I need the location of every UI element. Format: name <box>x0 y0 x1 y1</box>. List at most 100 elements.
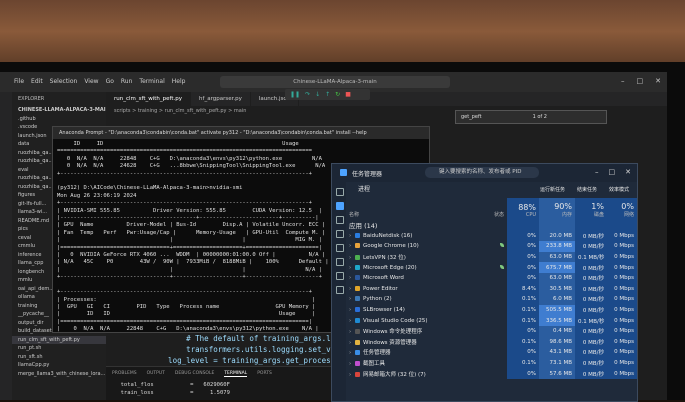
editor-tab[interactable]: run_clm_sft_with_peft.py <box>106 92 192 106</box>
cpu-cell: 0.1% <box>507 304 539 316</box>
disk-cell: 0.1 MB/秒 <box>575 315 607 326</box>
apps-group-label: 应用 (14) <box>349 222 378 231</box>
network-cell: 0 Mbps <box>607 304 637 316</box>
app-icon <box>355 350 360 356</box>
process-search-input[interactable]: 键入要搜索的名称、发布者或 PID <box>425 167 539 178</box>
step-out-icon[interactable]: ↑ <box>325 91 330 98</box>
step-into-icon[interactable]: ↓ <box>315 91 320 98</box>
explorer-root[interactable]: CHINESE-LLAMA-ALPACA-3-MAIN <box>12 106 106 115</box>
process-row[interactable]: › Visual Studio Code (25) 0.1% 336.5 MB 0.1 … <box>346 315 637 326</box>
process-name-cell: › 任务管理器 <box>346 347 465 358</box>
console-line: ========================================… <box>57 148 312 155</box>
nav-services-icon[interactable] <box>336 286 344 294</box>
memory-cell: 73.1 MB <box>539 357 575 369</box>
app-icon <box>355 371 360 377</box>
menu-item-view[interactable]: View <box>84 78 98 85</box>
close-icon[interactable]: ✕ <box>625 168 631 176</box>
memory-cell: 233.8 MB <box>539 241 575 252</box>
process-row[interactable]: › BaiduNetdisk (16) 0% 20.0 MB 0 MB/秒 0 Mbps <box>346 230 637 242</box>
menu-item-selection[interactable]: Selection <box>50 78 78 85</box>
process-row[interactable]: › 截图工具 0.1% 73.1 MB 0 MB/秒 0 Mbps <box>346 357 637 369</box>
column-status[interactable]: 状态 <box>465 198 507 220</box>
column-disk[interactable]: 1% 磁盘 <box>575 198 607 220</box>
close-icon[interactable]: ✕ <box>655 77 661 85</box>
memory-cell: 6.0 MB <box>539 294 575 305</box>
process-status-cell <box>465 315 507 326</box>
menu-item-edit[interactable]: Edit <box>31 78 43 85</box>
find-count: 1 of 2 <box>532 114 547 120</box>
process-row[interactable]: › 任务管理器 0% 43.1 MB 0 MB/秒 0 Mbps <box>346 347 637 358</box>
menu-item-terminal[interactable]: Terminal <box>139 78 164 85</box>
restart-icon[interactable]: ↻ <box>335 91 340 98</box>
column-network[interactable]: 0% 网络 <box>607 198 637 220</box>
find-input[interactable]: get_peft <box>456 111 531 123</box>
nav-details-icon[interactable] <box>336 272 344 280</box>
process-name-cell: › Windows 命令处理程序 <box>346 326 465 337</box>
cpu-cell: 0.1% <box>507 315 539 326</box>
process-row[interactable]: › 网易邮箱大师 (32 位) (7) 0% 57.6 MB 0 MB/秒 0 Mbps <box>346 368 637 379</box>
app-icon <box>355 264 360 270</box>
explorer-item[interactable]: run_clm_sft_with_peft.py <box>12 335 106 344</box>
vscode-command-center[interactable]: Chinese-LLaMA-Alpaca-3-main <box>220 76 450 88</box>
explorer-item[interactable]: run_pt.sh <box>12 344 106 353</box>
process-name-cell: › Microsoft Edge (20) <box>346 262 465 273</box>
process-row[interactable]: › Python (2) 0.1% 6.0 MB 0 MB/秒 0 Mbps <box>346 294 637 305</box>
menu-item-help[interactable]: Help <box>172 78 186 85</box>
column-memory[interactable]: 90% 内存 <box>539 198 575 220</box>
process-row[interactable]: › SLBrowser (14) 0.1% 505.5 MB 0 MB/秒 0 Mbps <box>346 304 637 316</box>
nav-performance-icon[interactable] <box>336 216 344 224</box>
menu-item-go[interactable]: Go <box>106 78 114 85</box>
process-row[interactable]: › Google Chrome (10) 0% 233.8 MB 0 MB/秒 0 Mbp… <box>346 241 637 252</box>
process-row[interactable]: › Microsoft Word 0% 63.0 MB 0 MB/秒 0 Mbps <box>346 272 637 284</box>
cpu-cell: 0% <box>507 347 539 358</box>
column-name[interactable]: 名称 <box>346 198 465 220</box>
nav-users-icon[interactable] <box>336 258 344 266</box>
pause-icon[interactable]: ❚❚ <box>290 91 300 98</box>
toolbar-action-button[interactable]: 效率模式 <box>609 182 629 198</box>
cpu-cell: 8.4% <box>507 283 539 295</box>
maximize-icon[interactable]: □ <box>637 77 644 85</box>
process-row[interactable]: › Windows 命令处理程序 0% 0.4 MB 0 MB/秒 0 Mbps <box>346 325 637 337</box>
process-row[interactable]: › Power Editor 8.4% 30.5 MB 0 MB/秒 0 Mbps <box>346 283 637 295</box>
column-cpu[interactable]: 88% CPU <box>507 198 539 220</box>
process-row[interactable]: › Microsoft Edge (20) 0% 675.7 MB 0 MB/秒 0 Mb… <box>346 262 637 273</box>
disk-cell: 0 MB/秒 <box>575 347 607 358</box>
editor-tab[interactable]: hf_argparser.py <box>191 92 251 106</box>
toolbar-action-button[interactable]: 运行新任务 <box>540 182 565 198</box>
process-name: Windows 资源管理器 <box>363 339 417 346</box>
nav-app-history-icon[interactable] <box>336 230 344 238</box>
process-name-cell: › Google Chrome (10) <box>346 241 465 252</box>
explorer-item[interactable]: llamaCpp.py <box>12 361 106 370</box>
panel-tab-ports[interactable]: PORTS <box>257 371 272 377</box>
window-controls: – □ ✕ <box>621 77 661 85</box>
explorer-item[interactable]: merge_llama3_with_chinese_lora... <box>12 370 106 379</box>
stop-icon[interactable]: ■ <box>345 91 351 98</box>
maximize-icon[interactable]: □ <box>609 168 616 176</box>
panel-tab-terminal[interactable]: TERMINAL <box>224 371 248 377</box>
process-row[interactable]: › Windows 资源管理器 0.1% 98.6 MB 0 MB/秒 0 Mbps <box>346 336 637 348</box>
explorer-item[interactable]: .github <box>12 115 106 124</box>
apps-group-row[interactable]: 应用 (14) <box>346 220 637 231</box>
explorer-item[interactable]: run_sft.sh <box>12 353 106 362</box>
toolbar-action-button[interactable]: 结束任务 <box>577 182 597 198</box>
process-row[interactable]: › LetsVPN (32 位) 0% 63.0 MB 0.1 MB/秒 0 Mbps <box>346 251 637 263</box>
menu-item-run[interactable]: Run <box>121 78 133 85</box>
minimize-icon[interactable]: – <box>621 77 625 85</box>
nav-processes-icon[interactable] <box>336 202 344 210</box>
step-over-icon[interactable]: ↷ <box>305 91 310 98</box>
cpu-cell: 0% <box>507 251 539 263</box>
app-icon <box>355 275 360 281</box>
process-status-cell <box>465 252 507 263</box>
process-status-cell <box>465 294 507 305</box>
nav-startup-icon[interactable] <box>336 244 344 252</box>
panel-tab-problems[interactable]: PROBLEMS <box>112 371 137 377</box>
panel-tab-output[interactable]: OUTPUT <box>147 371 165 377</box>
toolbar-actions: 运行新任务 结束任务 效率模式 <box>540 182 629 198</box>
minimize-icon[interactable]: – <box>595 168 599 176</box>
task-manager-titlebar: 任务管理器 键入要搜索的名称、发布者或 PID – □ ✕ <box>332 164 637 182</box>
nav-menu-icon[interactable] <box>336 188 344 196</box>
task-manager-window[interactable]: 任务管理器 键入要搜索的名称、发布者或 PID – □ ✕ 进程 运行新任务 结束… <box>331 163 638 402</box>
panel-tab-debug-console[interactable]: DEBUG CONSOLE <box>175 371 214 377</box>
menu-item-file[interactable]: File <box>14 78 24 85</box>
process-name-cell: › Windows 资源管理器 <box>346 337 465 348</box>
